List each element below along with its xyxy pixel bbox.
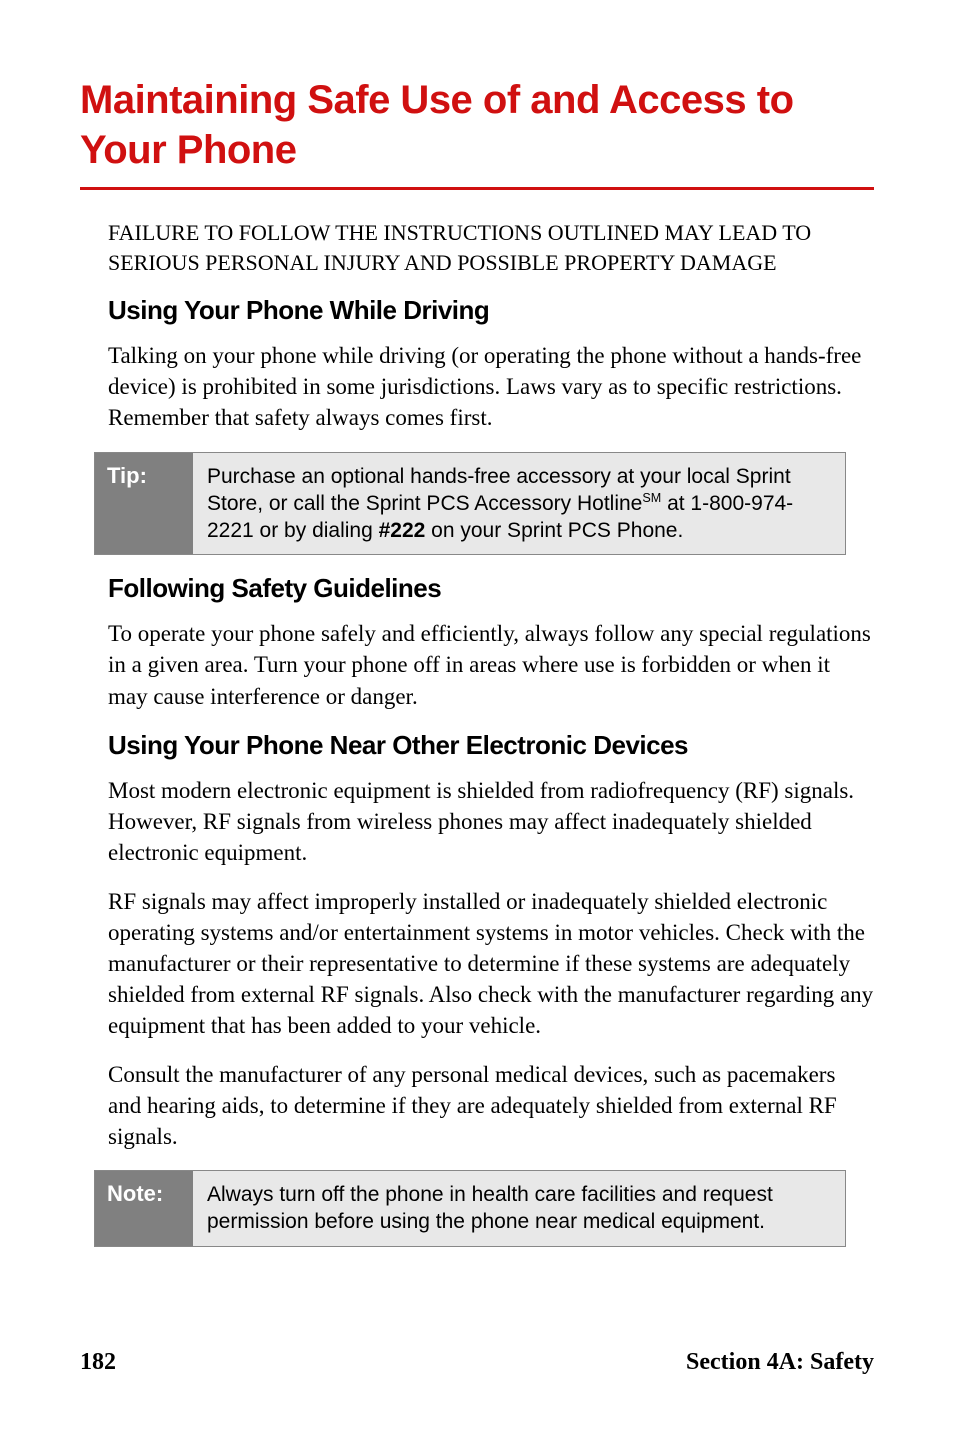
tip-callout: Tip: Purchase an optional hands-free acc… bbox=[94, 452, 846, 556]
note-callout: Note: Always turn off the phone in healt… bbox=[94, 1170, 846, 1247]
para-guidelines: To operate your phone safely and efficie… bbox=[108, 618, 874, 711]
heading-electronics: Using Your Phone Near Other Electronic D… bbox=[108, 730, 874, 761]
tip-label: Tip: bbox=[95, 453, 193, 555]
heading-driving: Using Your Phone While Driving bbox=[108, 295, 874, 326]
heading-guidelines: Following Safety Guidelines bbox=[108, 573, 874, 604]
page-title: Maintaining Safe Use of and Access to Yo… bbox=[80, 75, 874, 175]
intro-warning: FAILURE TO FOLLOW THE INSTRUCTIONS OUTLI… bbox=[108, 218, 874, 277]
para-driving: Talking on your phone while driving (or … bbox=[108, 340, 874, 433]
page-footer: 182 Section 4A: Safety bbox=[80, 1349, 874, 1376]
tip-body: Purchase an optional hands-free accessor… bbox=[193, 453, 845, 555]
tip-sm: SM bbox=[642, 491, 661, 505]
footer-page-number: 182 bbox=[80, 1349, 116, 1376]
note-body: Always turn off the phone in health care… bbox=[193, 1171, 845, 1246]
para-electronics-3: Consult the manufacturer of any personal… bbox=[108, 1059, 874, 1152]
title-rule bbox=[80, 187, 874, 190]
tip-text-post: on your Sprint PCS Phone. bbox=[425, 519, 683, 542]
tip-text-bold: #222 bbox=[379, 519, 426, 542]
footer-section: Section 4A: Safety bbox=[686, 1349, 874, 1376]
note-label: Note: bbox=[95, 1171, 193, 1246]
para-electronics-1: Most modern electronic equipment is shie… bbox=[108, 775, 874, 868]
para-electronics-2: RF signals may affect improperly install… bbox=[108, 886, 874, 1041]
